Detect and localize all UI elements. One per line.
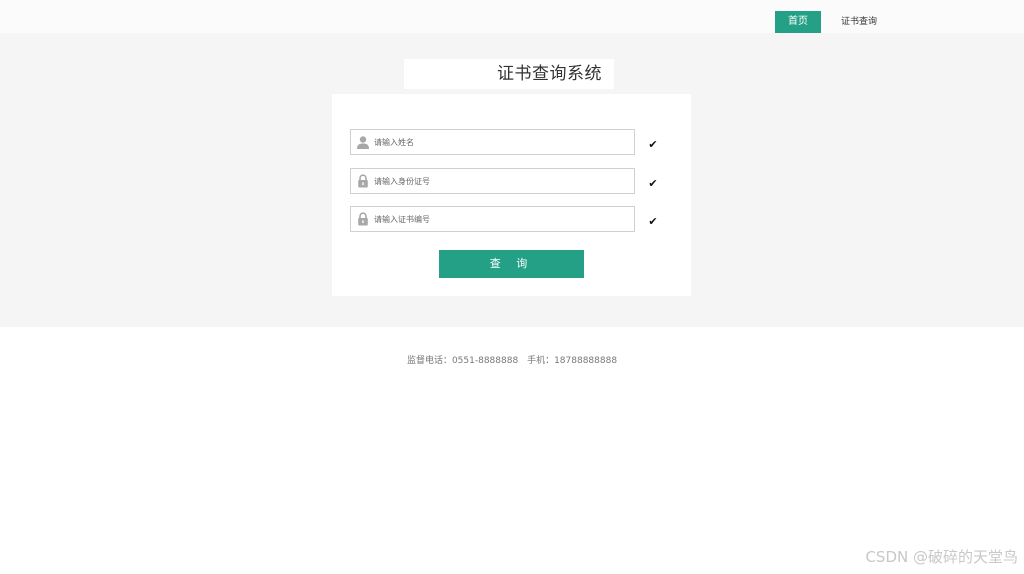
query-button[interactable]: 查 询 — [439, 250, 584, 278]
nav-home-button[interactable]: 首页 — [775, 11, 821, 33]
id-check-icon: ✔ — [648, 177, 658, 190]
footer-phone: 监督电话：0551-8888888 — [406, 356, 519, 366]
watermark: CSDN @破碎的天堂鸟 — [865, 548, 1018, 566]
name-check-icon: ✔ — [648, 138, 658, 151]
top-nav: 首页 证书查询 — [0, 0, 1024, 33]
id-number-input[interactable] — [374, 171, 629, 191]
name-field[interactable] — [350, 129, 635, 155]
lock-icon — [358, 174, 368, 188]
id-field[interactable] — [350, 168, 635, 194]
cert-field[interactable] — [350, 206, 635, 232]
nav-cert-query-link[interactable]: 证书查询 — [831, 11, 887, 33]
user-icon — [357, 136, 369, 149]
name-input[interactable] — [374, 132, 629, 152]
footer-mobile: 手机：18788888888 — [527, 356, 618, 366]
cert-number-input[interactable] — [374, 209, 629, 229]
title-box: 证书查询系统 — [404, 59, 614, 89]
lock-icon — [358, 212, 368, 226]
page: 首页 证书查询 证书查询系统 ✔ ✔ ✔ 查 询 监 — [0, 0, 1024, 574]
footer: 监督电话：0551-8888888 手机：18788888888 — [0, 353, 1024, 366]
cert-check-icon: ✔ — [648, 215, 658, 228]
page-title: 证书查询系统 — [497, 64, 602, 84]
